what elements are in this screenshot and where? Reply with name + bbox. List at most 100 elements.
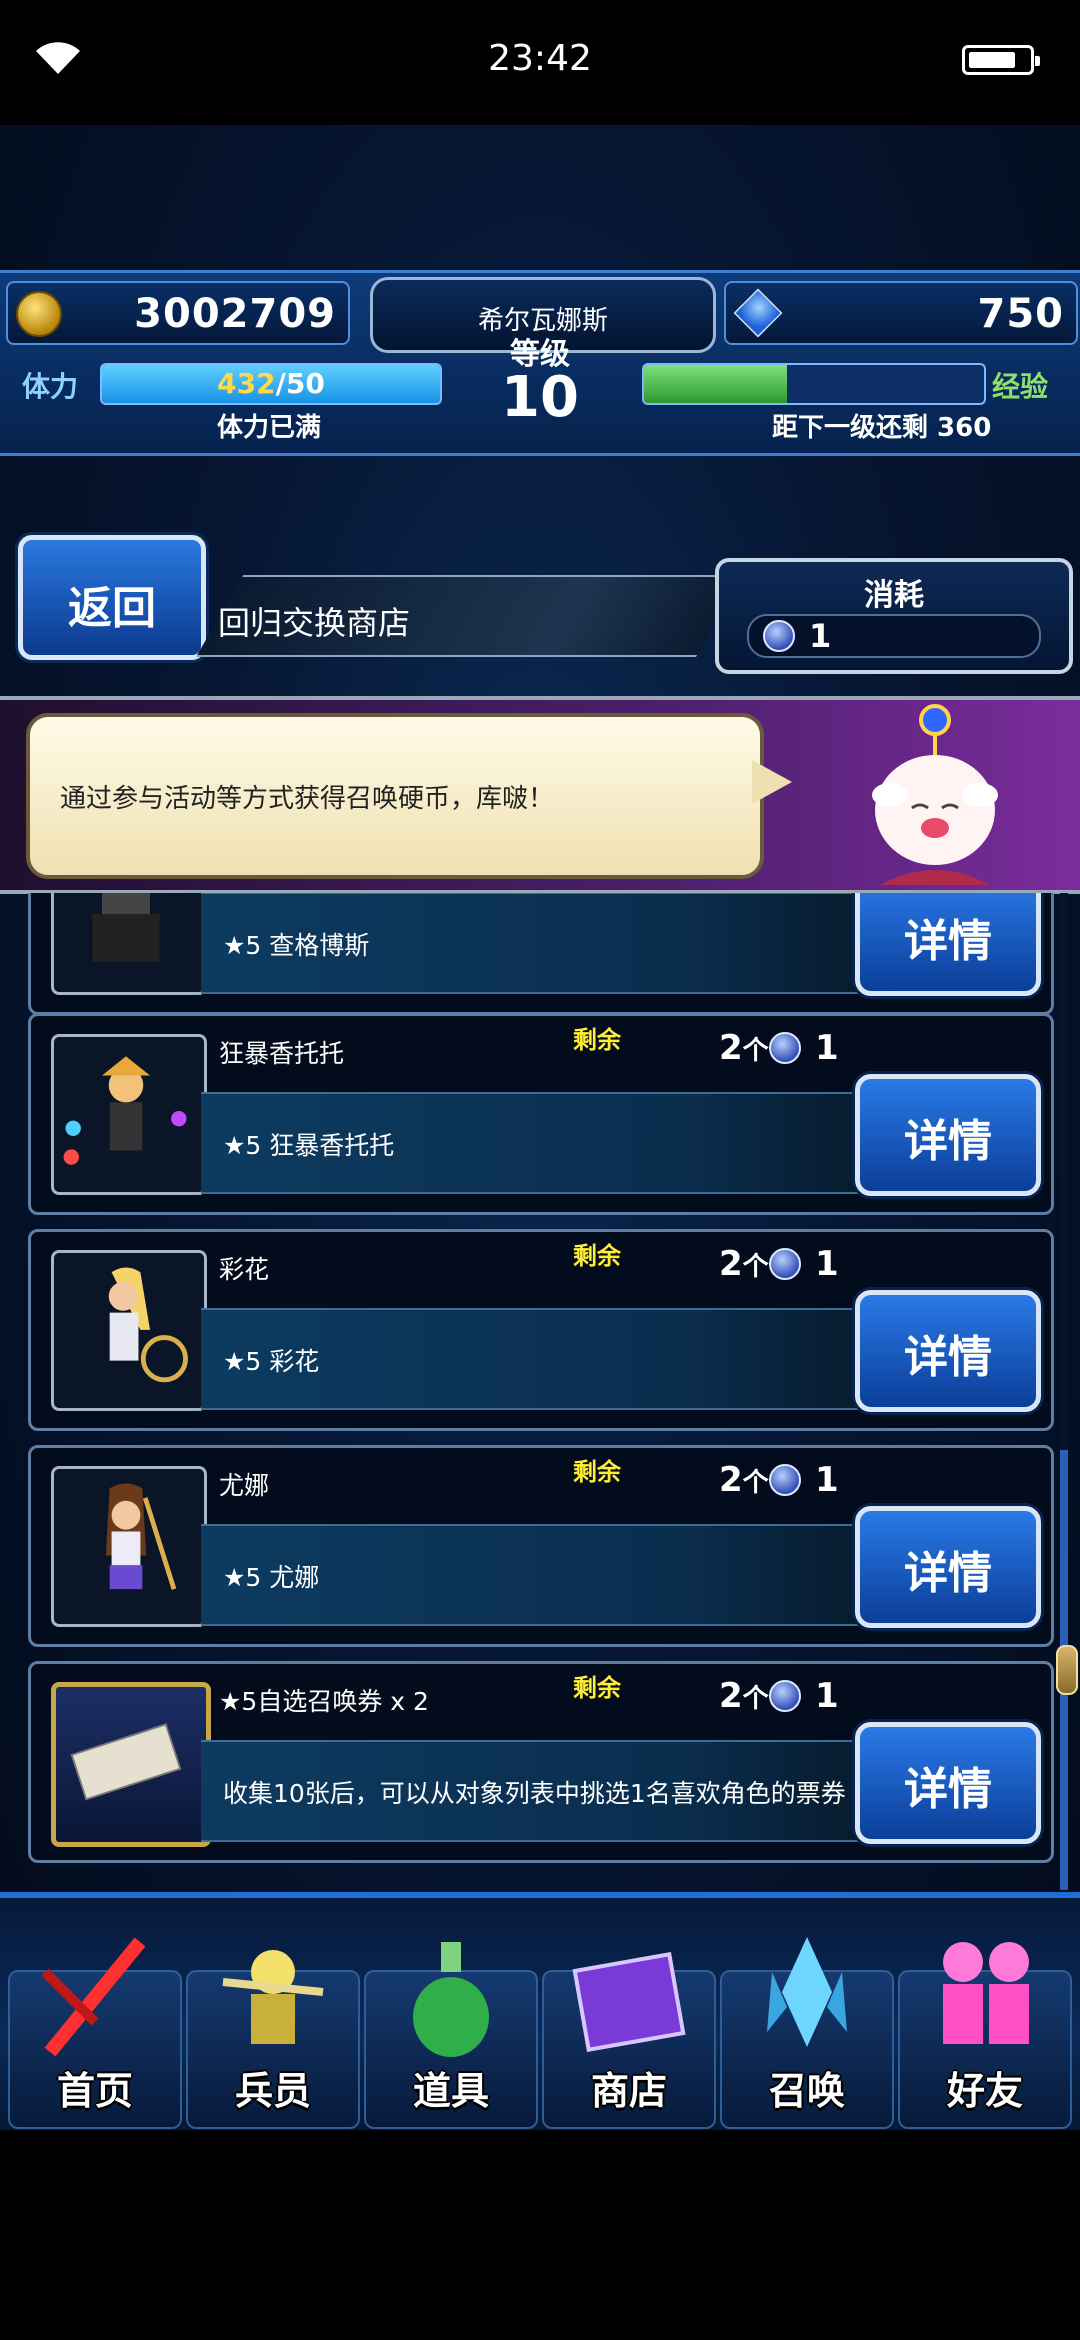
remain-label: 剩余 xyxy=(573,1026,621,1054)
item-desc: ★5 彩花 xyxy=(223,1347,320,1376)
shop-item-card: 彩花 剩余 2个 1 ★5 彩花 详情 xyxy=(28,1229,1054,1431)
item-cost: 2个 xyxy=(719,1028,769,1068)
shop-title: 回归交换商店 xyxy=(218,604,411,642)
nav-items[interactable]: 道具 xyxy=(364,1942,538,2129)
friends-icon xyxy=(943,1942,1029,2044)
warrior-icon xyxy=(222,1950,324,2044)
summon-ticket-icon xyxy=(70,1723,182,1801)
item-stock: 1 xyxy=(815,1460,839,1500)
exp-status: 距下一级还剩 360 xyxy=(772,413,992,443)
item-desc: ★5 查格博斯 xyxy=(223,931,370,960)
nav-summon[interactable]: 召唤 xyxy=(720,1937,894,2129)
banner-message: 通过参与活动等方式获得召唤硬币，库啵！ xyxy=(60,784,555,814)
remain-label: 剩余 xyxy=(573,1458,621,1486)
gil-counter: 3002709 xyxy=(6,281,350,345)
shop-item-card: ★5自选召唤券 x 2 剩余 2个 1 收集10张后，可以从对象列表中挑选1名喜… xyxy=(28,1661,1054,1863)
detail-button[interactable]: 详情 xyxy=(855,1074,1041,1196)
lapis-gem-icon xyxy=(733,288,783,338)
item-desc: ★5 尤娜 xyxy=(223,1563,320,1592)
player-header: 3002709 希尔瓦娜斯 750 等级 10 体力 432/50 体力已满 经… xyxy=(0,270,1080,456)
exp-bar xyxy=(642,363,986,405)
nav-friends[interactable]: 好友 xyxy=(898,1942,1072,2129)
shop-item-card: ★5 查格博斯 详情 xyxy=(28,893,1054,1015)
exp-label: 经验 xyxy=(992,370,1049,403)
character-sprite-icon xyxy=(105,1483,177,1590)
shop-item-card: 狂暴香托托 剩余 2个 1 ★5 狂暴香托托 详情 xyxy=(28,1013,1054,1215)
item-thumbnail xyxy=(51,1250,207,1411)
cost-label: 消耗 xyxy=(864,578,924,613)
nav-units[interactable]: 兵员 xyxy=(186,1950,360,2129)
stamina-text: 432/50 xyxy=(217,367,325,400)
character-sprite-icon xyxy=(108,1267,188,1383)
status-bar: 23:42 xyxy=(0,0,1080,125)
nav-friends-label: 好友 xyxy=(946,2069,1023,2113)
back-button[interactable]: 返回 xyxy=(18,535,206,660)
item-desc: 收集10张后，可以从对象列表中挑选1名喜欢角色的票券 xyxy=(223,1779,846,1808)
summon-coin-icon xyxy=(763,620,795,652)
item-cost: 2个 xyxy=(719,1460,769,1500)
shop-item-card: 尤娜 剩余 2个 1 ★5 尤娜 详情 xyxy=(28,1445,1054,1647)
stamina-bar: 432/50 xyxy=(100,363,442,405)
nav-home-label: 首页 xyxy=(56,2069,133,2113)
gil-coin-icon xyxy=(16,291,62,337)
cost-value: 1 xyxy=(809,617,832,655)
summon-coin-icon xyxy=(769,1248,801,1280)
detail-button[interactable]: 详情 xyxy=(855,1506,1041,1628)
detail-label: 详情 xyxy=(904,1332,992,1383)
item-thumbnail xyxy=(51,1466,207,1627)
speech-bubble-tail xyxy=(752,760,792,804)
shop-item-list[interactable]: ★5 查格博斯 详情 狂暴香托托 剩余 2个 1 ★5 狂暴香托托 详情 彩花 … xyxy=(0,893,1080,1868)
item-stock: 1 xyxy=(815,1244,839,1284)
item-name: 尤娜 xyxy=(219,1471,270,1500)
item-cost: 2个 xyxy=(719,1244,769,1284)
summon-coin-icon xyxy=(769,1032,801,1064)
detail-label: 详情 xyxy=(904,1116,992,1167)
item-desc: ★5 狂暴香托托 xyxy=(223,1131,395,1160)
status-time: 23:42 xyxy=(488,38,592,79)
detail-label: 详情 xyxy=(904,916,992,967)
stamina-status: 体力已满 xyxy=(216,413,321,443)
item-thumbnail xyxy=(51,1682,211,1847)
moogle-icon xyxy=(872,704,998,885)
item-name: 彩花 xyxy=(219,1255,270,1284)
nav-shop-label: 商店 xyxy=(590,2069,667,2113)
nav-home[interactable]: 首页 xyxy=(8,1937,182,2129)
shop-icon xyxy=(572,1951,686,2053)
item-cost: 2个 xyxy=(719,1676,769,1716)
item-stock: 1 xyxy=(815,1028,839,1068)
detail-label: 详情 xyxy=(904,1548,992,1599)
item-thumbnail xyxy=(51,893,207,995)
remain-label: 剩余 xyxy=(573,1242,621,1270)
gem-value: 750 xyxy=(977,291,1064,337)
detail-button[interactable]: 详情 xyxy=(855,893,1041,996)
detail-label: 详情 xyxy=(904,1764,992,1815)
remain-label: 剩余 xyxy=(573,1674,621,1702)
character-sprite-icon xyxy=(92,893,160,962)
item-name: 狂暴香托托 xyxy=(219,1039,345,1068)
level-value: 10 xyxy=(501,365,579,430)
item-thumbnail xyxy=(51,1034,207,1195)
cost-box: 消耗 1 xyxy=(715,558,1073,674)
stamina-label: 体力 xyxy=(22,370,79,403)
character-sprite-icon xyxy=(63,1056,187,1165)
nav-units-label: 兵员 xyxy=(234,2069,311,2113)
crystal-icon xyxy=(767,1937,847,2047)
sword-icon xyxy=(41,1937,146,2057)
summon-coin-icon xyxy=(769,1680,801,1712)
gil-value: 3002709 xyxy=(134,291,336,337)
bottom-blank xyxy=(0,2130,1080,2340)
exp-fill xyxy=(644,365,787,403)
detail-button[interactable]: 详情 xyxy=(855,1290,1041,1412)
detail-button[interactable]: 详情 xyxy=(855,1722,1041,1844)
bottom-nav: 首页 兵员 道具 商店 召唤 好友 xyxy=(0,1898,1080,2130)
nav-items-label: 道具 xyxy=(412,2069,489,2113)
nav-summon-label: 召唤 xyxy=(768,2069,845,2113)
back-label: 返回 xyxy=(68,583,156,634)
item-name: ★5自选召唤券 x 2 xyxy=(219,1687,429,1716)
gem-counter[interactable]: 750 xyxy=(724,281,1078,345)
potion-icon xyxy=(413,1942,489,2057)
nav-shop[interactable]: 商店 xyxy=(542,1951,716,2129)
summon-coin-icon xyxy=(769,1464,801,1496)
item-stock: 1 xyxy=(815,1676,839,1716)
cost-inner: 1 xyxy=(747,614,1041,658)
